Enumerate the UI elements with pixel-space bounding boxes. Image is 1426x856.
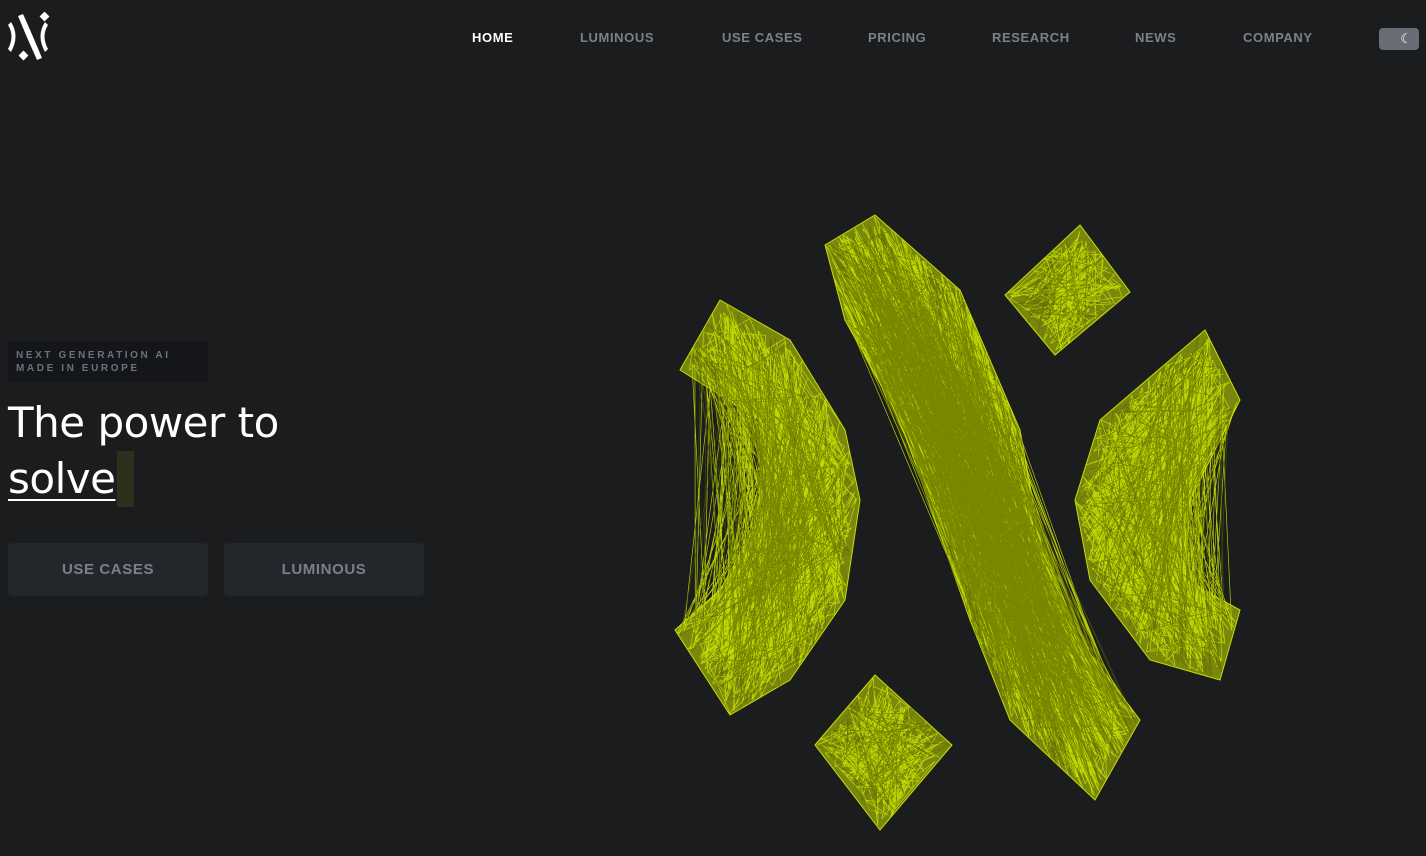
headline-word: solve [8,454,116,503]
hero-headline: The power to solve [8,395,279,507]
luminous-button[interactable]: LUMINOUS [224,543,424,596]
tag-line-1: NEXT GENERATION AI [16,350,171,361]
nav-company[interactable]: COMPANY [1243,30,1313,45]
nav-home[interactable]: HOME [472,30,513,45]
nav-luminous[interactable]: LUMINOUS [580,30,654,45]
headline-line-1: The power to [8,398,279,447]
moon-icon: ☾ [1400,31,1412,47]
page: HOME LUMINOUS USE CASES PRICING RESEARCH… [0,0,1426,856]
left-arc [674,299,861,716]
typing-cursor [117,451,135,507]
nav-research[interactable]: RESEARCH [992,30,1070,45]
use-cases-button[interactable]: USE CASES [8,543,208,596]
bottom-diamond [814,674,953,831]
hero-tag: NEXT GENERATION AI MADE IN EUROPE [8,341,208,382]
nav-use-cases[interactable]: USE CASES [722,30,803,45]
brand-logo-icon[interactable] [8,12,60,62]
nav-pricing[interactable]: PRICING [868,30,926,45]
right-arc [1074,329,1241,681]
brand-mark-artwork [674,214,1241,831]
top-diamond [1004,224,1131,356]
tag-line-2: MADE IN EUROPE [16,363,140,374]
theme-toggle[interactable]: ☾ [1379,28,1419,50]
nav-news[interactable]: NEWS [1135,30,1176,45]
